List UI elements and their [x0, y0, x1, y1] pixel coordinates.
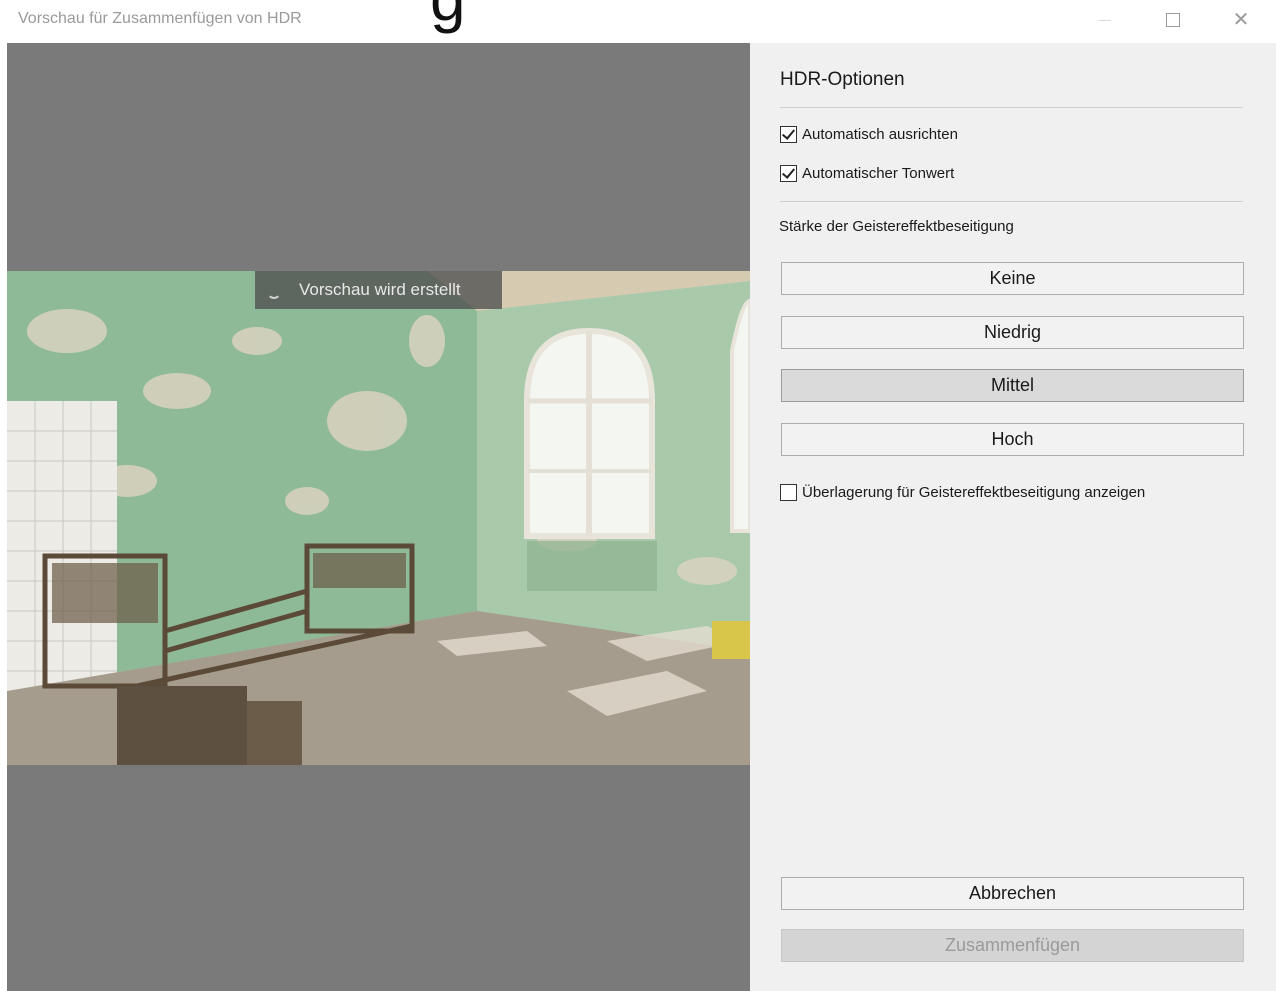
deghost-overlay-label: Überlagerung für Geistereffektbeseitigun…	[802, 484, 1146, 501]
minimize-icon	[1099, 19, 1111, 21]
preview-area: Vorschau wird erstellt	[7, 43, 750, 991]
deghost-overlay-checkbox[interactable]: Überlagerung für Geistereffektbeseitigun…	[780, 484, 1145, 501]
title-bar: Vorschau für Zusammenfügen von HDR g ✕	[0, 0, 1276, 43]
divider	[780, 107, 1243, 108]
preview-image	[7, 271, 750, 765]
maximize-icon	[1166, 13, 1180, 28]
deghost-high-button[interactable]: Hoch	[781, 423, 1244, 456]
checkbox-unchecked-icon[interactable]	[780, 484, 797, 501]
window-title: Vorschau für Zusammenfügen von HDR	[18, 10, 302, 27]
auto-align-label: Automatisch ausrichten	[802, 126, 958, 143]
preview-status-text: Vorschau wird erstellt	[299, 280, 461, 299]
checkbox-checked-icon[interactable]	[780, 165, 797, 182]
deghost-medium-button[interactable]: Mittel	[781, 369, 1244, 402]
deghost-none-button[interactable]: Keine	[781, 262, 1244, 295]
deghost-low-button[interactable]: Niedrig	[781, 316, 1244, 349]
close-icon: ✕	[1232, 9, 1250, 31]
merge-button[interactable]: Zusammenfügen	[781, 929, 1244, 962]
minimize-button[interactable]	[1082, 2, 1128, 38]
title-fragment: g	[430, 0, 466, 30]
close-button[interactable]: ✕	[1218, 2, 1264, 38]
panel-title: HDR-Optionen	[780, 69, 905, 90]
auto-tone-checkbox[interactable]: Automatischer Tonwert	[780, 165, 954, 182]
checkbox-checked-icon[interactable]	[780, 126, 797, 143]
auto-align-checkbox[interactable]: Automatisch ausrichten	[780, 126, 958, 143]
auto-tone-label: Automatischer Tonwert	[802, 165, 955, 182]
divider	[780, 201, 1243, 202]
deghost-label: Stärke der Geistereffektbeseitigung	[779, 218, 1014, 235]
loading-spinner-icon	[263, 279, 285, 301]
preview-status: Vorschau wird erstellt	[255, 271, 502, 309]
maximize-button[interactable]	[1150, 2, 1196, 38]
cancel-button[interactable]: Abbrechen	[781, 877, 1244, 910]
options-panel: HDR-Optionen Automatisch ausrichten Auto…	[750, 43, 1276, 991]
